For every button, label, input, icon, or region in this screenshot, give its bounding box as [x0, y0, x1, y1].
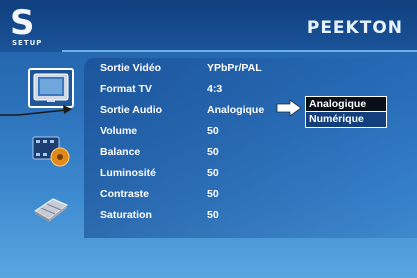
- category-film[interactable]: [28, 130, 74, 170]
- row-value: 50: [207, 209, 219, 221]
- row-label: Sortie Audio: [100, 104, 163, 116]
- row-value: Analogique: [207, 104, 265, 116]
- category-chip[interactable]: [28, 188, 74, 228]
- row-value: 50: [207, 146, 219, 158]
- chip-icon: [34, 198, 68, 222]
- setup-logo-label: SETUP: [12, 39, 43, 47]
- row-label: Sortie Vidéo: [100, 62, 162, 74]
- row-label: Contraste: [100, 188, 150, 200]
- category-icons: [28, 68, 78, 238]
- row-value: 50: [207, 125, 219, 137]
- dropdown-option-analogique[interactable]: Analogique: [306, 97, 386, 112]
- row-value: 4:3: [207, 83, 223, 95]
- header-divider: [62, 50, 417, 52]
- row-value: YPbPr/PAL: [207, 62, 262, 74]
- row-value: 50: [207, 167, 219, 179]
- row-label: Saturation: [100, 209, 152, 221]
- setup-logo: S SETUP: [6, 6, 64, 50]
- setup-logo-glyph: S: [10, 3, 34, 43]
- dropdown-option-numerique[interactable]: Numérique: [306, 112, 386, 127]
- row-label: Volume: [100, 125, 138, 137]
- right-arrow-icon: [276, 99, 302, 117]
- row-value: 50: [207, 188, 219, 200]
- audio-output-dropdown: Analogique Numérique: [305, 96, 387, 128]
- brand-logo: PEEKTON: [306, 18, 403, 38]
- setup-screen: S SETUP PEEKTON Sortie Vidéo YPbPr/PAL F…: [0, 0, 417, 278]
- tv-icon: [33, 73, 69, 102]
- row-label: Luminosité: [100, 167, 157, 179]
- pointer-arrow-icon: [0, 105, 72, 116]
- row-label: Balance: [100, 146, 141, 158]
- film-icon: [32, 136, 70, 167]
- row-label: Format TV: [100, 83, 152, 95]
